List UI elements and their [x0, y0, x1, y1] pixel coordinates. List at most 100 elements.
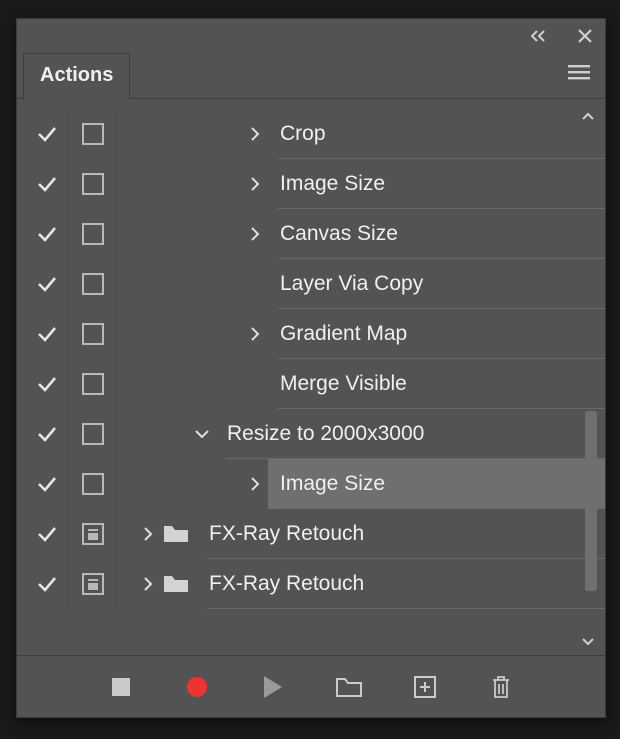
action-row[interactable]: Merge Visible	[17, 359, 605, 409]
action-label-text: Resize to 2000x3000	[225, 409, 605, 459]
toggle-column[interactable]	[25, 209, 69, 259]
dialog-toggle-column[interactable]	[69, 309, 117, 359]
scroll-thumb[interactable]	[585, 411, 597, 591]
chevron-right-icon[interactable]	[242, 325, 268, 343]
checkmark-icon	[36, 573, 58, 595]
action-label: Resize to 2000x3000	[215, 409, 605, 459]
dialog-off-icon	[82, 423, 104, 445]
action-label: Image Size	[268, 459, 605, 509]
chevron-right-icon[interactable]	[135, 525, 161, 543]
action-label-text: Gradient Map	[278, 309, 605, 359]
action-row[interactable]: Layer Via Copy	[17, 259, 605, 309]
action-label-text: FX-Ray Retouch	[207, 559, 605, 609]
dialog-toggle-column[interactable]	[69, 559, 117, 609]
chevron-right-icon[interactable]	[242, 175, 268, 193]
panel-tabbar: Actions	[17, 53, 605, 99]
close-icon[interactable]	[577, 28, 593, 44]
action-label-text: Image Size	[278, 159, 605, 209]
dialog-toggle-column[interactable]	[69, 209, 117, 259]
action-row[interactable]: Gradient Map	[17, 309, 605, 359]
dialog-toggle-column[interactable]	[69, 459, 117, 509]
action-row[interactable]: FX-Ray Retouch	[17, 509, 605, 559]
action-label: Canvas Size	[268, 209, 605, 259]
dialog-toggle-column[interactable]	[69, 159, 117, 209]
dialog-on-icon	[82, 523, 104, 545]
action-label: Crop	[268, 109, 605, 159]
new-action-button[interactable]	[410, 672, 440, 702]
folder-icon	[336, 676, 362, 698]
action-label-text: FX-Ray Retouch	[207, 509, 605, 559]
panel-menu-icon[interactable]	[567, 63, 591, 81]
dialog-toggle-column[interactable]	[69, 509, 117, 559]
toggle-column[interactable]	[25, 309, 69, 359]
delete-button[interactable]	[486, 672, 516, 702]
chevron-down-icon[interactable]	[189, 428, 215, 440]
checkmark-icon	[36, 423, 58, 445]
checkmark-icon	[36, 173, 58, 195]
actions-list: CropImage SizeCanvas SizeLayer Via CopyG…	[17, 99, 605, 655]
dialog-toggle-column[interactable]	[69, 409, 117, 459]
stop-icon	[112, 678, 130, 696]
dialog-off-icon	[82, 373, 104, 395]
toggle-column[interactable]	[25, 109, 69, 159]
dialog-on-icon	[82, 573, 104, 595]
chevron-right-icon[interactable]	[242, 475, 268, 493]
action-label-text: Image Size	[278, 459, 605, 509]
folder-icon	[161, 574, 191, 594]
checkmark-icon	[36, 373, 58, 395]
dialog-off-icon	[82, 123, 104, 145]
action-row[interactable]: Crop	[17, 109, 605, 159]
dialog-toggle-column[interactable]	[69, 259, 117, 309]
dialog-off-icon	[82, 173, 104, 195]
action-label: Image Size	[268, 159, 605, 209]
toggle-column[interactable]	[25, 409, 69, 459]
record-button[interactable]	[182, 672, 212, 702]
action-row[interactable]: FX-Ray Retouch	[17, 559, 605, 609]
toggle-column[interactable]	[25, 459, 69, 509]
checkmark-icon	[36, 123, 58, 145]
toggle-column[interactable]	[25, 559, 69, 609]
action-label-text: Merge Visible	[278, 359, 605, 409]
chevron-right-icon[interactable]	[242, 125, 268, 143]
action-row[interactable]: Canvas Size	[17, 209, 605, 259]
action-label: Layer Via Copy	[268, 259, 605, 309]
checkmark-icon	[36, 273, 58, 295]
dialog-off-icon	[82, 223, 104, 245]
dialog-off-icon	[82, 473, 104, 495]
stop-button[interactable]	[106, 672, 136, 702]
action-label: FX-Ray Retouch	[197, 559, 605, 609]
chevron-right-icon[interactable]	[242, 225, 268, 243]
action-row[interactable]: Image Size	[17, 159, 605, 209]
checkmark-icon	[36, 223, 58, 245]
action-row[interactable]: Image Size	[17, 459, 605, 509]
collapse-icon[interactable]	[531, 29, 555, 43]
panel-titlebar	[17, 19, 605, 53]
action-label-text: Crop	[278, 109, 605, 159]
chevron-right-icon[interactable]	[135, 575, 161, 593]
trash-icon	[490, 674, 512, 700]
dialog-toggle-column[interactable]	[69, 359, 117, 409]
scrollbar[interactable]	[581, 111, 601, 647]
play-button[interactable]	[258, 672, 288, 702]
toggle-column[interactable]	[25, 509, 69, 559]
toggle-column[interactable]	[25, 359, 69, 409]
toggle-column[interactable]	[25, 259, 69, 309]
tab-actions[interactable]: Actions	[23, 53, 130, 99]
new-icon	[413, 675, 437, 699]
folder-icon	[161, 524, 191, 544]
action-label: Merge Visible	[268, 359, 605, 409]
scroll-up-icon[interactable]	[581, 111, 601, 121]
action-label: Gradient Map	[268, 309, 605, 359]
checkmark-icon	[36, 473, 58, 495]
action-row[interactable]: Resize to 2000x3000	[17, 409, 605, 459]
record-icon	[187, 677, 207, 697]
toggle-column[interactable]	[25, 159, 69, 209]
dialog-off-icon	[82, 273, 104, 295]
scroll-down-icon[interactable]	[581, 637, 601, 647]
new-set-button[interactable]	[334, 672, 364, 702]
action-label-text: Layer Via Copy	[278, 259, 605, 309]
dialog-toggle-column[interactable]	[69, 109, 117, 159]
checkmark-icon	[36, 323, 58, 345]
action-label-text: Canvas Size	[278, 209, 605, 259]
tab-label: Actions	[40, 64, 113, 86]
